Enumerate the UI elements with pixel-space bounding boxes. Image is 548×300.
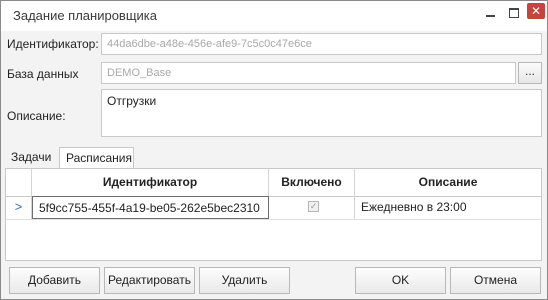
table-row[interactable]: > 5f9cc755-455f-4a19-be05-262e5bec2310 ✓… <box>6 196 541 220</box>
scheduler-task-dialog: Задание планировщика ✕ Идентификатор: 44… <box>0 0 548 300</box>
ok-button[interactable]: OK <box>355 267 446 294</box>
minimize-icon[interactable] <box>477 5 503 21</box>
title-bar: Задание планировщика ✕ <box>1 1 547 31</box>
add-button[interactable]: Добавить <box>9 267 100 294</box>
enabled-checkbox[interactable]: ✓ <box>308 201 319 212</box>
identifier-field[interactable]: 44da6dbe-a48e-456e-afe9-7c5c0c47e6ce <box>101 33 542 55</box>
database-browse-button[interactable]: ... <box>518 62 542 84</box>
schedules-grid: Идентификатор Включено Описание > 5f9cc7… <box>5 168 542 261</box>
cell-description[interactable]: Ежедневно в 23:00 <box>355 196 541 219</box>
row-indicator-header <box>6 169 32 196</box>
column-header-description[interactable]: Описание <box>355 169 541 196</box>
cell-identifier[interactable]: 5f9cc755-455f-4a19-be05-262e5bec2310 <box>32 196 269 219</box>
close-icon[interactable]: ✕ <box>527 3 545 19</box>
description-field[interactable]: Отгрузки <box>101 89 542 137</box>
tab-schedules[interactable]: Расписания <box>59 147 134 168</box>
column-header-enabled[interactable]: Включено <box>269 169 355 196</box>
database-field[interactable]: DEMO_Base <box>101 62 516 84</box>
current-row-arrow-icon: > <box>6 196 32 219</box>
edit-button[interactable]: Редактировать <box>104 267 195 294</box>
maximize-icon[interactable] <box>501 5 527 21</box>
delete-button[interactable]: Удалить <box>199 267 290 294</box>
tab-tasks[interactable]: Задачи <box>5 147 59 168</box>
description-label: Описание: <box>7 109 66 123</box>
cell-enabled[interactable]: ✓ <box>269 196 355 219</box>
cancel-button[interactable]: Отмена <box>450 267 541 294</box>
database-label: База данных <box>7 67 79 81</box>
column-header-identifier[interactable]: Идентификатор <box>32 169 269 196</box>
grid-header: Идентификатор Включено Описание <box>6 169 541 197</box>
identifier-label: Идентификатор: <box>7 37 99 51</box>
window-title: Задание планировщика <box>13 8 158 23</box>
